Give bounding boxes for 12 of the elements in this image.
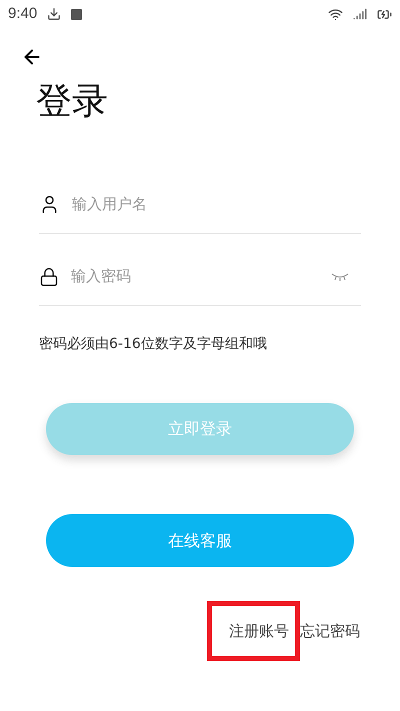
page-title: 登录 [36,80,108,124]
signal-icon [353,7,367,21]
status-time: 9:40 [8,4,38,24]
text-link[interactable]: 注册账号 [207,601,300,661]
text-link[interactable]: 忘记密码 [300,601,360,661]
download-icon [47,7,62,21]
wifi-icon [328,6,343,22]
password-field[interactable]: 输入密码 [71,265,319,288]
username-field[interactable]: 输入用户名 [72,193,361,216]
lock-icon [39,266,59,286]
closed-eye-icon[interactable] [331,272,349,280]
password-hint: 密码必须由6-16位数字及字母组和哦 [39,335,268,354]
